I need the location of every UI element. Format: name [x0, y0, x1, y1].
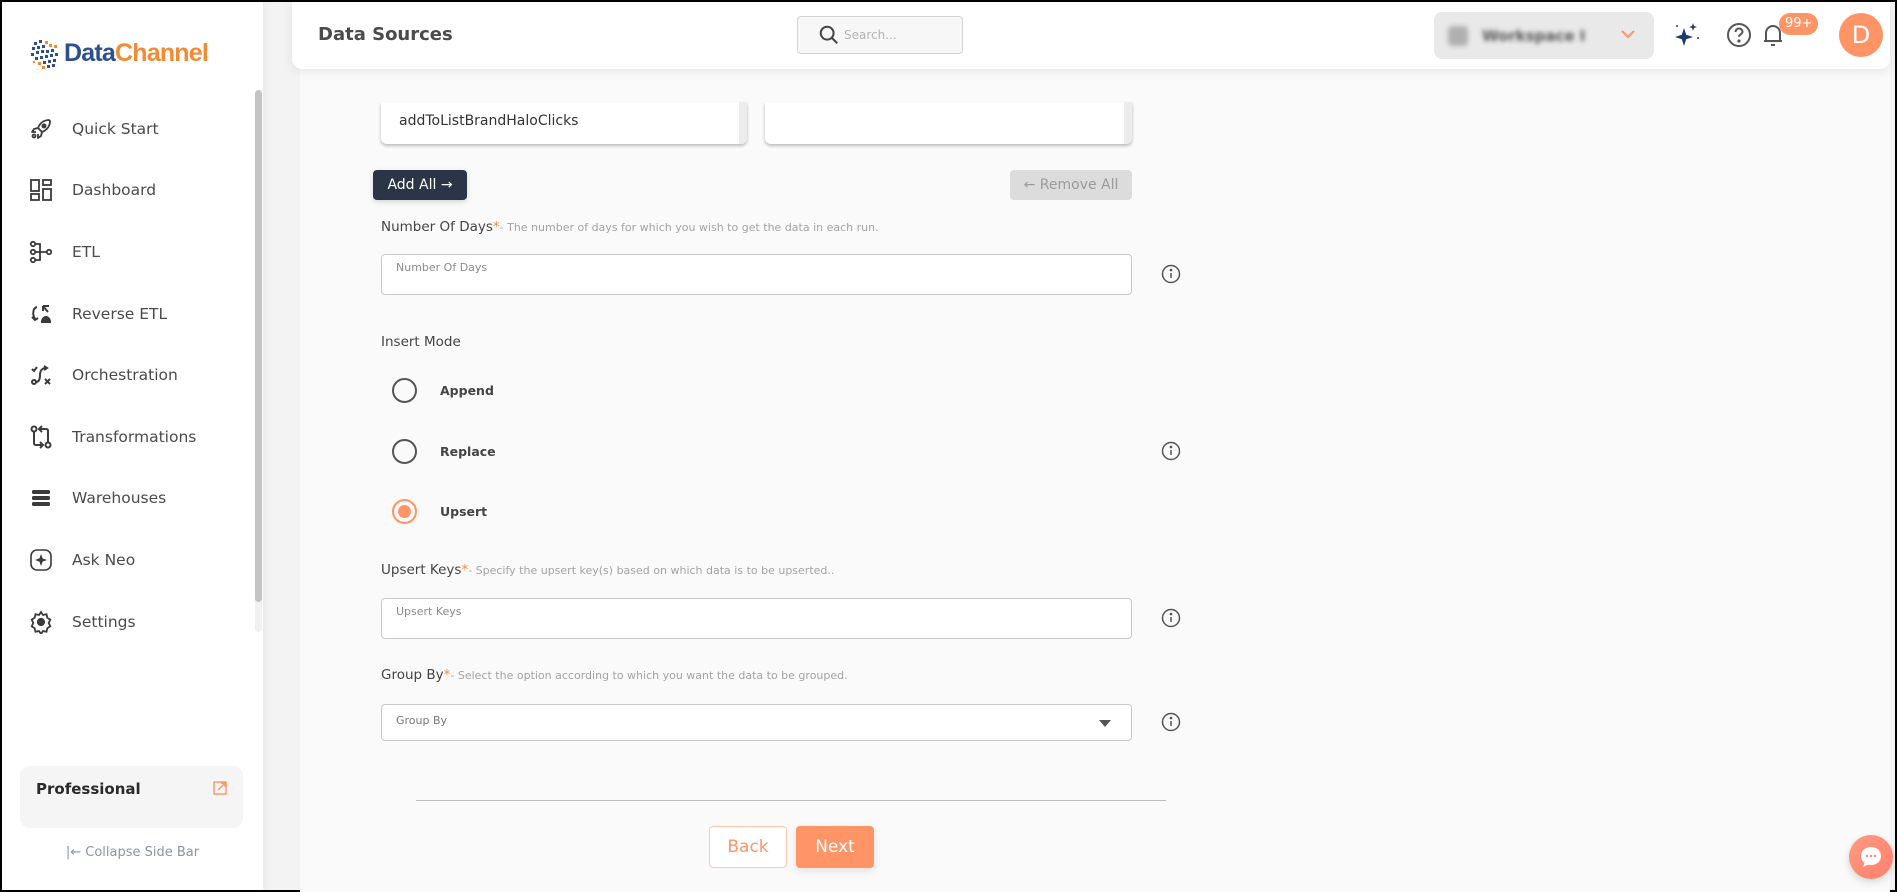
group-by-label: Group By*- Select the option according t… — [381, 667, 848, 683]
sidebar-item-reverse-etl[interactable]: Reverse ETL — [2, 283, 252, 345]
dashboard-icon — [29, 178, 53, 202]
number-of-days-input[interactable] — [381, 254, 1132, 295]
insert-mode-label: Insert Mode — [381, 334, 461, 350]
brand-logo[interactable]: DataChannel — [28, 34, 209, 72]
workspace-name-blurred: Workspace I — [1448, 25, 1586, 46]
ai-sparkle-button[interactable] — [1672, 20, 1702, 50]
workspace-selector[interactable]: Workspace I — [1434, 12, 1654, 59]
info-icon[interactable] — [1161, 441, 1181, 461]
radio-append[interactable]: Append — [392, 378, 494, 403]
list-scrollbar[interactable] — [739, 102, 747, 144]
selected-columns-list[interactable] — [765, 102, 1132, 144]
required-asterisk: * — [492, 219, 500, 235]
form-divider — [416, 800, 1166, 801]
available-columns-list[interactable]: addToListBrandHaloClicks — [381, 102, 747, 144]
info-icon[interactable] — [1161, 608, 1181, 628]
info-icon[interactable] — [1161, 712, 1181, 732]
brand-name: DataChannel — [64, 38, 209, 67]
radio-upsert[interactable]: Upsert — [392, 499, 487, 524]
top-header: Data Sources Workspace I 99+ D — [292, 2, 1890, 69]
user-avatar[interactable]: D — [1839, 13, 1883, 57]
next-button[interactable]: Next — [796, 826, 874, 868]
number-of-days-label: Number Of Days*- The number of days for … — [381, 219, 879, 235]
list-item[interactable]: addToListBrandHaloClicks — [399, 113, 578, 129]
ask-neo-icon — [29, 548, 53, 572]
search-icon — [819, 25, 838, 44]
field-label-text: Number Of Days — [381, 219, 493, 235]
group-by-select[interactable]: Group By — [381, 704, 1132, 741]
workspace-name: Workspace I — [1482, 26, 1586, 45]
remove-all-button[interactable]: ← Remove All — [1010, 170, 1132, 200]
warehouses-icon — [29, 486, 53, 510]
list-scrollbar[interactable] — [1124, 102, 1132, 144]
select-placeholder: Group By — [396, 714, 448, 727]
main-content: addToListBrandHaloClicks Add All → ← Rem… — [300, 62, 1890, 892]
upsert-keys-label: Upsert Keys*- Specify the upsert key(s) … — [381, 562, 834, 578]
sidebar-item-label: Reverse ETL — [72, 304, 168, 323]
sidebar-item-warehouses[interactable]: Warehouses — [2, 468, 252, 530]
search-box[interactable] — [797, 16, 963, 54]
sidebar-item-label: Transformations — [72, 427, 197, 446]
transformations-icon — [29, 425, 53, 449]
reverse-etl-icon — [29, 302, 53, 326]
radio-label: Upsert — [440, 504, 488, 519]
chat-button[interactable] — [1849, 835, 1893, 879]
sidebar-item-dashboard[interactable]: Dashboard — [2, 160, 252, 222]
sidebar-item-label: Warehouses — [72, 489, 167, 508]
field-label-text: Group By — [381, 667, 444, 683]
sidebar-item-label: Ask Neo — [72, 550, 136, 569]
help-button[interactable] — [1724, 20, 1754, 50]
collapse-sidebar-button[interactable]: |← Collapse Side Bar — [2, 845, 263, 860]
sparkle-icon — [1675, 23, 1699, 46]
external-link-icon[interactable] — [213, 781, 227, 795]
sidebar-item-ask-neo[interactable]: Ask Neo — [2, 529, 252, 591]
search-input[interactable] — [844, 28, 954, 42]
radio-button[interactable] — [392, 439, 417, 464]
radio-label: Replace — [440, 444, 496, 459]
orchestration-icon — [29, 363, 53, 387]
field-hint: - Select the option according to which y… — [450, 669, 848, 682]
plan-card[interactable]: Professional — [20, 766, 243, 828]
info-icon[interactable] — [1161, 264, 1181, 284]
chevron-down-icon — [1621, 30, 1635, 39]
radio-button[interactable] — [392, 378, 417, 403]
sidebar-nav: Quick Start Dashboard ETL Reverse ETL Or… — [2, 98, 252, 652]
sidebar-item-label: ETL — [72, 242, 100, 261]
field-hint: - Specify the upsert key(s) based on whi… — [468, 564, 835, 577]
rocket-icon — [29, 117, 53, 141]
gear-icon — [29, 609, 53, 634]
logo-icon — [31, 40, 58, 69]
sidebar-item-transformations[interactable]: Transformations — [2, 406, 252, 468]
workspace-avatar — [1448, 25, 1468, 46]
sidebar-item-etl[interactable]: ETL — [2, 221, 252, 283]
field-hint: - The number of days for which you wish … — [499, 221, 879, 234]
sidebar-item-quick-start[interactable]: Quick Start — [2, 98, 252, 160]
sidebar-item-label: Quick Start — [72, 119, 159, 138]
plan-name: Professional — [36, 780, 141, 798]
notification-badge: 99+ — [1779, 13, 1819, 35]
caret-down-icon — [1099, 720, 1111, 727]
sidebar-item-label: Dashboard — [72, 181, 157, 200]
sidebar-item-settings[interactable]: Settings — [2, 591, 252, 653]
app-root: DataChannel Quick Start Dashboard ETL Re… — [2, 2, 1895, 892]
sidebar: DataChannel Quick Start Dashboard ETL Re… — [2, 2, 263, 890]
add-all-button[interactable]: Add All → — [373, 170, 467, 200]
radio-replace[interactable]: Replace — [392, 439, 496, 464]
page-title: Data Sources — [318, 24, 453, 45]
etl-icon — [29, 240, 53, 264]
upsert-keys-input[interactable] — [381, 598, 1132, 639]
sidebar-scrollbar-thumb[interactable] — [255, 90, 262, 602]
help-icon — [1727, 23, 1751, 47]
chat-bubble-icon — [1861, 847, 1881, 867]
sidebar-item-orchestration[interactable]: Orchestration — [2, 344, 252, 406]
field-label-text: Upsert Keys — [381, 562, 462, 578]
radio-button-selected[interactable] — [392, 499, 417, 524]
back-button[interactable]: Back — [709, 826, 787, 868]
radio-label: Append — [440, 383, 494, 398]
sidebar-item-label: Settings — [72, 612, 136, 631]
sidebar-item-label: Orchestration — [72, 366, 178, 385]
